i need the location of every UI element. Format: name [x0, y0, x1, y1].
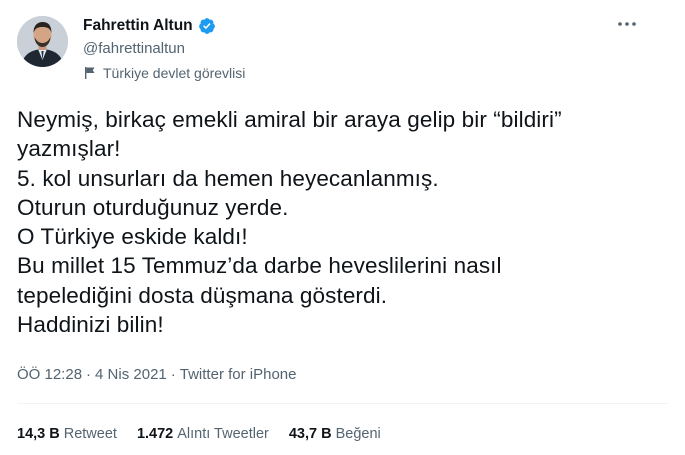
tweet-time-link[interactable]: ÖÖ 12:28 [17, 366, 82, 383]
tweet-source-link[interactable]: Twitter for iPhone [180, 366, 297, 383]
tweet-text-line: Bu millet 15 Temmuz’da darbe heveslileri… [17, 253, 502, 279]
tweet-stats: 14,3 B Retweet 1.472 Alıntı Tweetler 43,7 … [17, 426, 381, 442]
tweet-text-line: tepelediğini dosta düşmana gösterdi. [17, 282, 388, 308]
author-handle[interactable]: @fahrettinaltun [83, 40, 185, 57]
retweets-label: Retweet [63, 426, 117, 442]
retweets-stat[interactable]: 14,3 B Retweet [17, 426, 117, 442]
likes-stat[interactable]: 43,7 B Beğeni [289, 426, 381, 442]
divider [17, 403, 668, 404]
tweet-text-line: yazmışlar! [17, 136, 121, 162]
author-name-row: Fahrettin Altun [83, 16, 216, 36]
tweet-text-line: Neymiş, birkaç emekli amiral bir araya g… [17, 107, 562, 132]
quote-tweets-label: Alıntı Tweetler [177, 426, 269, 442]
tweet-text-line: Haddinizi bilin! [17, 312, 164, 338]
government-account-label: Türkiye devlet görevlisi [83, 64, 245, 82]
more-options-icon[interactable] [613, 14, 641, 34]
meta-separator: · [170, 366, 176, 383]
quote-tweets-stat[interactable]: 1.472 Alıntı Tweetler [137, 426, 269, 442]
quote-tweets-count: 1.472 [136, 426, 174, 442]
government-label-text: Türkiye devlet görevlisi [103, 65, 246, 81]
flag-icon [83, 66, 97, 80]
likes-count: 43,7 B [288, 426, 332, 442]
tweet-text: Neymiş, birkaç emekli amiral bir araya g… [17, 105, 657, 339]
likes-label: Beğeni [335, 426, 381, 442]
author-display-name[interactable]: Fahrettin Altun [83, 17, 193, 35]
retweets-count: 14,3 B [17, 426, 60, 442]
verified-badge-icon [198, 17, 216, 35]
tweet-text-line: 5. kol unsurları da hemen heyecanlanmış. [17, 165, 439, 191]
meta-separator: · [86, 366, 92, 383]
tweet-text-line: Oturun oturduğunuz yerde. [17, 194, 289, 220]
tweet-date-link[interactable]: 4 Nis 2021 [95, 366, 167, 383]
avatar[interactable] [17, 16, 68, 67]
tweet-card: Fahrettin Altun @fahrettinaltun Türkiye … [0, 0, 685, 455]
tweet-meta: ÖÖ 12:28 · 4 Nis 2021 · Twitter for iPho… [17, 366, 296, 383]
tweet-text-line: O Türkiye eskide kaldı! [17, 224, 248, 250]
